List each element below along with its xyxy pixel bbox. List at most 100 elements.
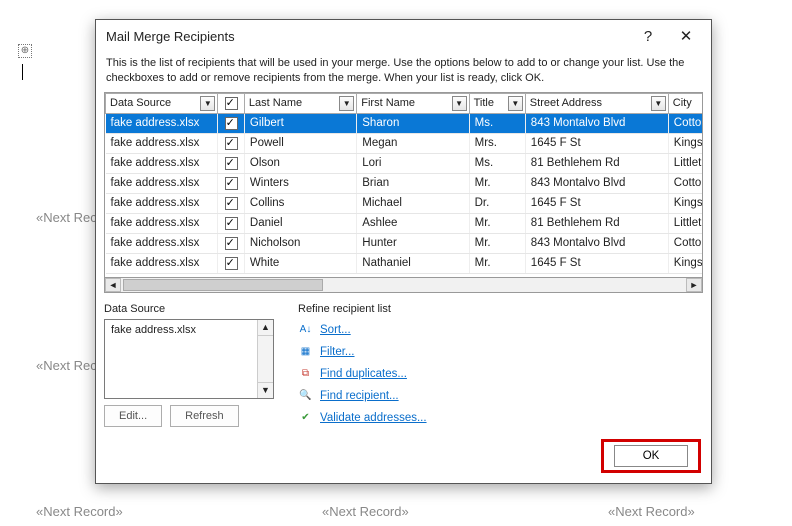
scroll-up-icon[interactable]: ▲ xyxy=(258,320,273,336)
checkbox-icon[interactable] xyxy=(225,137,238,150)
cell-first-name: Michael xyxy=(357,193,469,213)
table-row[interactable]: fake address.xlsxCollinsMichaelDr.1645 F… xyxy=(106,193,704,213)
refresh-button[interactable]: Refresh xyxy=(170,405,239,427)
validate-link[interactable]: Validate addresses... xyxy=(320,412,427,424)
chevron-down-icon[interactable]: ▼ xyxy=(508,96,523,111)
cell-title: Mrs. xyxy=(469,133,525,153)
checkbox-icon[interactable] xyxy=(225,217,238,230)
refine-label: Refine recipient list xyxy=(298,303,427,315)
cell-checkbox[interactable] xyxy=(218,153,245,173)
cell-street-address: 843 Montalvo Blvd xyxy=(525,113,668,133)
data-source-label: Data Source xyxy=(104,303,274,315)
cell-city: Kings xyxy=(668,253,703,273)
cell-last-name: Nicholson xyxy=(244,233,356,253)
filter-link[interactable]: Filter... xyxy=(320,346,355,358)
horizontal-scrollbar[interactable]: ◄ ► xyxy=(104,277,703,293)
cell-first-name: Lori xyxy=(357,153,469,173)
column-header-title[interactable]: Title▼ xyxy=(469,93,525,113)
ok-button[interactable]: OK xyxy=(614,445,688,467)
ok-highlight-annotation: OK xyxy=(601,439,701,473)
cell-title: Mr. xyxy=(469,213,525,233)
checkbox-icon[interactable] xyxy=(225,97,238,110)
cell-checkbox[interactable] xyxy=(218,233,245,253)
table-row[interactable]: fake address.xlsxOlsonLoriMs.81 Bethlehe… xyxy=(106,153,704,173)
checkbox-icon[interactable] xyxy=(225,157,238,170)
scroll-right-icon[interactable]: ► xyxy=(686,278,702,292)
refine-panel: Refine recipient list A↓Sort... ▦Filter.… xyxy=(298,303,427,429)
merge-field-next-record: «Next Record» xyxy=(608,504,695,519)
chevron-down-icon[interactable]: ▼ xyxy=(200,96,215,111)
cell-data-source: fake address.xlsx xyxy=(106,233,218,253)
validate-icon: ✔ xyxy=(298,410,313,425)
cell-street-address: 1645 F St xyxy=(525,193,668,213)
data-source-listbox[interactable]: fake address.xlsx ▲ ▼ xyxy=(104,319,274,399)
close-button[interactable]: ✕ xyxy=(667,24,705,48)
cell-street-address: 81 Bethlehem Rd xyxy=(525,153,668,173)
anchor-marker-icon: ⊕ xyxy=(18,44,32,58)
cell-street-address: 1645 F St xyxy=(525,133,668,153)
cell-city: Cotto xyxy=(668,113,703,133)
chevron-down-icon[interactable]: ▼ xyxy=(452,96,467,111)
checkbox-icon[interactable] xyxy=(225,177,238,190)
column-header-street-address[interactable]: Street Address▼ xyxy=(525,93,668,113)
scroll-down-icon[interactable]: ▼ xyxy=(258,382,273,398)
dialog-title: Mail Merge Recipients xyxy=(106,29,235,44)
checkbox-icon[interactable] xyxy=(225,257,238,270)
cell-checkbox[interactable] xyxy=(218,113,245,133)
dialog-titlebar[interactable]: Mail Merge Recipients ? ✕ xyxy=(96,20,711,52)
column-header-first-name[interactable]: First Name▼ xyxy=(357,93,469,113)
chevron-down-icon[interactable]: ▼ xyxy=(651,96,666,111)
cell-data-source: fake address.xlsx xyxy=(106,193,218,213)
cell-title: Ms. xyxy=(469,153,525,173)
table-row[interactable]: fake address.xlsxWintersBrianMr.843 Mont… xyxy=(106,173,704,193)
merge-field-next-record: «Next Record» xyxy=(36,504,123,519)
edit-button[interactable]: Edit... xyxy=(104,405,162,427)
cell-last-name: Powell xyxy=(244,133,356,153)
cell-last-name: Winters xyxy=(244,173,356,193)
cell-checkbox[interactable] xyxy=(218,133,245,153)
cell-title: Dr. xyxy=(469,193,525,213)
table-row[interactable]: fake address.xlsxWhiteNathanielMr.1645 F… xyxy=(106,253,704,273)
cell-checkbox[interactable] xyxy=(218,193,245,213)
cell-city: Littlet xyxy=(668,153,703,173)
table-row[interactable]: fake address.xlsxGilbertSharonMs.843 Mon… xyxy=(106,113,704,133)
column-header-last-name[interactable]: Last Name▼ xyxy=(244,93,356,113)
table-row[interactable]: fake address.xlsx PowellMeganMrs.1645 F S… xyxy=(106,133,704,153)
scroll-left-icon[interactable]: ◄ xyxy=(105,278,121,292)
chevron-down-icon[interactable]: ▼ xyxy=(339,96,354,111)
cell-checkbox[interactable] xyxy=(218,213,245,233)
cell-checkbox[interactable] xyxy=(218,173,245,193)
cell-city: Kings xyxy=(668,193,703,213)
text-caret xyxy=(22,64,23,80)
cell-data-source: fake address.xlsx xyxy=(106,133,218,153)
cell-first-name: Nathaniel xyxy=(357,253,469,273)
cell-city: Littlet xyxy=(668,213,703,233)
data-source-item[interactable]: fake address.xlsx xyxy=(111,324,196,336)
checkbox-icon[interactable] xyxy=(225,117,238,130)
mail-merge-recipients-dialog: Mail Merge Recipients ? ✕ This is the li… xyxy=(95,19,712,484)
table-row[interactable]: fake address.xlsxDanielAshleeMr.81 Bethl… xyxy=(106,213,704,233)
cell-title: Mr. xyxy=(469,233,525,253)
table-row[interactable]: fake address.xlsxNicholsonHunterMr.843 M… xyxy=(106,233,704,253)
find-recipient-link[interactable]: Find recipient... xyxy=(320,390,399,402)
scroll-thumb[interactable] xyxy=(123,279,323,291)
cell-last-name: White xyxy=(244,253,356,273)
help-button[interactable]: ? xyxy=(629,24,667,48)
cell-title: Mr. xyxy=(469,173,525,193)
cell-title: Ms. xyxy=(469,113,525,133)
column-header-city[interactable]: City xyxy=(668,93,703,113)
sort-link[interactable]: Sort... xyxy=(320,324,351,336)
column-header-data-source[interactable]: Data Source▼ xyxy=(106,93,218,113)
cell-checkbox[interactable] xyxy=(218,253,245,273)
cell-first-name: Megan xyxy=(357,133,469,153)
listbox-scrollbar[interactable]: ▲ ▼ xyxy=(257,320,273,398)
recipients-table[interactable]: Data Source▼ Last Name▼ First Name▼ Titl… xyxy=(104,92,703,277)
column-header-checkbox[interactable] xyxy=(218,93,245,113)
checkbox-icon[interactable] xyxy=(225,197,238,210)
sort-icon: A↓ xyxy=(298,322,313,337)
checkbox-icon[interactable] xyxy=(225,237,238,250)
cell-data-source: fake address.xlsx xyxy=(106,173,218,193)
find-duplicates-link[interactable]: Find duplicates... xyxy=(320,368,407,380)
cell-first-name: Brian xyxy=(357,173,469,193)
cell-first-name: Sharon xyxy=(357,113,469,133)
